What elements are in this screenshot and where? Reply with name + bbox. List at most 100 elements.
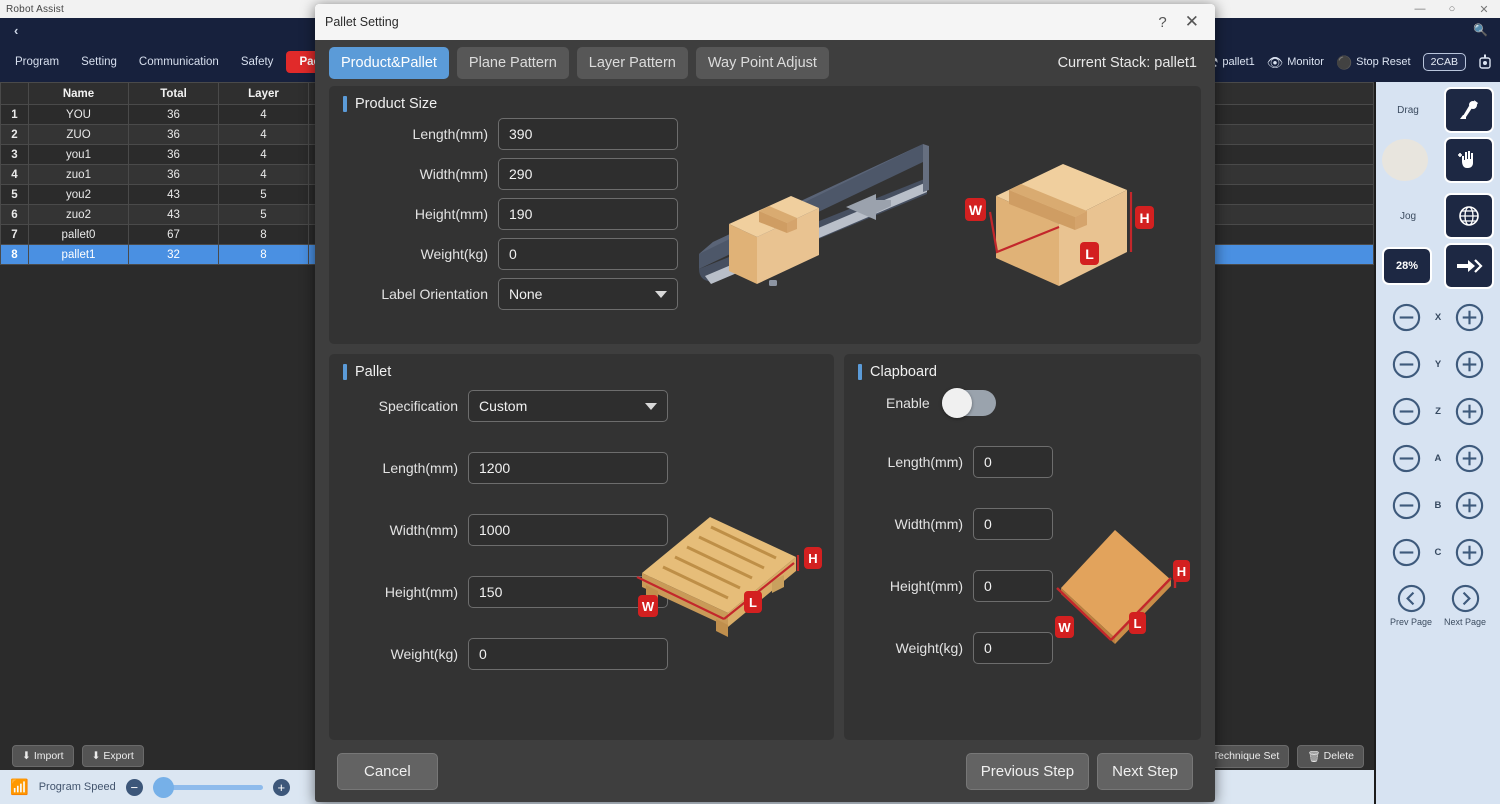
technique-set-button[interactable]: Technique Set xyxy=(1202,744,1290,768)
axis-x-minus-button[interactable] xyxy=(1390,301,1423,334)
nav-item-safety[interactable]: Safety xyxy=(232,51,283,73)
status-pallet-label: pallet1 xyxy=(1222,56,1255,68)
axis-x-plus-button[interactable] xyxy=(1453,301,1486,334)
row-layer: 4 xyxy=(218,104,309,125)
axis-c-plus-button[interactable] xyxy=(1453,536,1486,569)
axis-b-minus-button[interactable] xyxy=(1390,489,1423,522)
product-height-label: Height(mm) xyxy=(414,206,488,222)
clapboard-illustration: W L H xyxy=(1053,522,1193,662)
product-weight-label: Weight(kg) xyxy=(420,246,488,262)
import-button[interactable]: ⬇ Import xyxy=(12,745,74,767)
product-length-label: Length(mm) xyxy=(412,126,488,142)
delete-button[interactable]: 🗑 Delete xyxy=(1297,744,1364,768)
nav-item-communication[interactable]: Communication xyxy=(130,51,228,73)
table-footer-right: Technique Set 🗑 Delete xyxy=(1202,744,1374,768)
next-step-button[interactable]: Next Step xyxy=(1097,752,1193,790)
col-name: Name xyxy=(28,82,129,105)
axis-y-plus-button[interactable] xyxy=(1453,348,1486,381)
product-length-input[interactable]: 390 xyxy=(498,118,678,150)
col-index xyxy=(0,82,29,105)
axis-z-minus-button[interactable] xyxy=(1390,395,1423,428)
pallet-specification-row: Specification Custom xyxy=(343,390,820,422)
close-icon[interactable]: ✕ xyxy=(1468,0,1500,18)
clapboard-width-label: Width(mm) xyxy=(894,516,964,532)
mode-chip-2cab[interactable]: 2CAB xyxy=(1422,53,1466,71)
coordinate-system-button[interactable] xyxy=(1444,193,1494,239)
tab-plane-pattern[interactable]: Plane Pattern xyxy=(456,47,569,79)
axis-z-label: Z xyxy=(1435,406,1441,417)
axis-row-x: X xyxy=(1384,294,1492,341)
maximize-icon[interactable]: ○ xyxy=(1436,0,1468,18)
row-name: ZUO xyxy=(28,124,129,145)
next-page-button[interactable] xyxy=(1449,582,1482,615)
robot-arm-button[interactable] xyxy=(1444,87,1494,133)
jog-group: Jog 28% xyxy=(1376,188,1500,294)
pallet-illustration: W L H xyxy=(632,495,823,655)
hand-add-button[interactable] xyxy=(1444,137,1494,183)
next-page-label: Next Page xyxy=(1443,617,1487,627)
pallet-width-label: Width(mm) xyxy=(389,522,458,538)
speed-increase-button[interactable]: + xyxy=(272,778,290,796)
product-width-label: Width(mm) xyxy=(419,166,488,182)
hand-plus-icon xyxy=(1458,151,1473,168)
dialog-close-icon[interactable]: ✕ xyxy=(1185,12,1199,32)
clapboard-enable-toggle[interactable] xyxy=(941,388,996,418)
export-icon: ⬇ xyxy=(91,750,101,762)
pallet-length-input[interactable]: 1200 xyxy=(468,452,668,484)
product-width-input[interactable]: 290 xyxy=(498,158,678,190)
clapboard-length-input[interactable]: 0 xyxy=(973,446,1054,478)
axis-c-minus-button[interactable] xyxy=(1390,536,1423,569)
clapboard-length-row: Length(mm) 0 xyxy=(858,446,1187,478)
conveyor-and-box-diagram: W H L xyxy=(699,144,1154,286)
back-icon[interactable]: ‹ xyxy=(0,23,32,38)
cancel-button[interactable]: Cancel xyxy=(337,752,438,790)
clapboard-length-label: Length(mm) xyxy=(887,454,964,470)
teach-pendant-glyph xyxy=(1479,54,1491,69)
right-tool-panel: Drag Jog 28% X Y Z A B C Prev Page Next … xyxy=(1374,82,1500,804)
status-monitor[interactable]: 👁 Monitor xyxy=(1267,56,1324,69)
drag-indicator xyxy=(1382,139,1428,181)
speed-decrease-button[interactable]: − xyxy=(125,778,143,796)
dialog-body: Product Size Length(mm) 390 Width(mm) 29… xyxy=(315,86,1215,740)
dialog-footer: Cancel Previous Step Next Step xyxy=(315,740,1215,802)
jog-speed-button[interactable]: 28% xyxy=(1382,247,1432,285)
drag-label: Drag xyxy=(1397,104,1419,116)
axis-y-minus-button[interactable] xyxy=(1390,348,1423,381)
tab-layer-pattern[interactable]: Layer Pattern xyxy=(576,47,688,79)
axis-a-plus-button[interactable] xyxy=(1453,442,1486,475)
dialog-titlebar-buttons: ? ✕ xyxy=(1158,12,1207,32)
prev-page-button[interactable] xyxy=(1395,582,1428,615)
clapboard-width-input[interactable]: 0 xyxy=(973,508,1054,540)
axis-a-minus-button[interactable] xyxy=(1390,442,1423,475)
wifi-icon[interactable]: 📶 xyxy=(10,778,29,796)
search-icon[interactable]: 🔍 xyxy=(1473,23,1488,37)
previous-step-button[interactable]: Previous Step xyxy=(965,752,1090,790)
axis-z-plus-button[interactable] xyxy=(1453,395,1486,428)
nav-item-setting[interactable]: Setting xyxy=(72,51,126,73)
teach-pendant-icon[interactable] xyxy=(1478,54,1492,70)
axis-b-plus-button[interactable] xyxy=(1453,489,1486,522)
axis-jog-group: X Y Z A B C Prev Page Next Page xyxy=(1376,294,1500,804)
svg-text:W: W xyxy=(642,599,655,614)
product-height-input[interactable]: 190 xyxy=(498,198,678,230)
nav-item-program[interactable]: Program xyxy=(6,51,68,73)
product-weight-input[interactable]: 0 xyxy=(498,238,678,270)
clapboard-weight-input[interactable]: 0 xyxy=(973,632,1054,664)
row-layer: 5 xyxy=(218,204,309,225)
label-orientation-label: Label Orientation xyxy=(381,286,488,302)
clapboard-height-input[interactable]: 0 xyxy=(973,570,1054,602)
axis-c-label: C xyxy=(1434,547,1442,558)
jog-step-button[interactable] xyxy=(1444,243,1494,289)
slider-knob[interactable] xyxy=(152,776,174,798)
pallet-specification-select[interactable]: Custom xyxy=(468,390,668,422)
status-stop-reset[interactable]: ⚫ Stop Reset xyxy=(1336,56,1411,69)
tab-product-pallet[interactable]: Product&Pallet xyxy=(329,47,449,79)
export-button[interactable]: ⬇ Export xyxy=(81,745,144,767)
tab-way-point-adjust[interactable]: Way Point Adjust xyxy=(695,47,829,79)
label-orientation-select[interactable]: None xyxy=(498,278,678,310)
os-app-title: Robot Assist xyxy=(6,3,64,15)
help-icon[interactable]: ? xyxy=(1158,14,1166,31)
program-speed-slider[interactable] xyxy=(152,776,263,798)
window-controls: — ○ ✕ xyxy=(1404,0,1500,18)
minimize-icon[interactable]: — xyxy=(1404,0,1436,18)
